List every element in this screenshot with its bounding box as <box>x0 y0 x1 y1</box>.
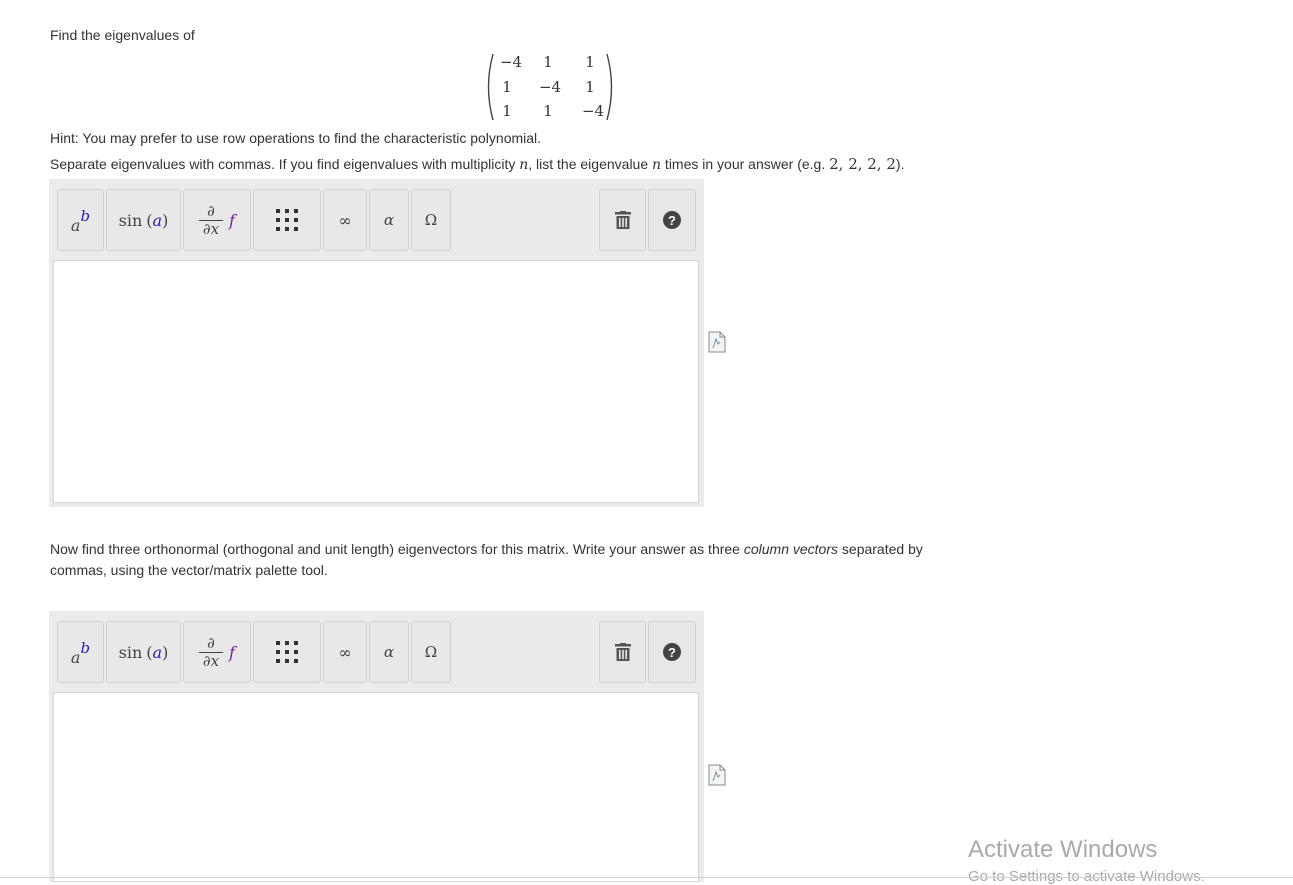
example-values: 2, 2, 2, 2 <box>829 155 896 173</box>
instructions-part: , list the eigenvalue <box>528 156 653 172</box>
trig-label: sin <box>118 210 143 230</box>
eigenvector-answer-widget: ab sin(a) ∂ ∂x f ∞ α Ω ? <box>49 611 704 882</box>
trig-argument: a <box>152 642 163 662</box>
multiplicity-symbol: n <box>652 157 662 173</box>
help-button[interactable]: ? <box>648 621 696 683</box>
eigenvalue-answer-widget: ab sin(a) ∂ ∂x f ∞ α Ω ? <box>49 179 704 507</box>
deriv-numerator: ∂ <box>207 633 215 652</box>
power-palette-button[interactable]: ab <box>57 621 104 683</box>
trig-palette-button[interactable]: sin(a) <box>106 189 181 251</box>
trash-icon <box>614 211 631 229</box>
matrix-grid-icon <box>276 209 298 231</box>
power-base: a <box>70 647 81 667</box>
instructions-text: Separate eigenvalues with commas. If you… <box>50 155 904 173</box>
activate-windows-title: Activate Windows <box>968 836 1158 863</box>
trig-label: sin <box>118 642 143 662</box>
help-icon: ? <box>663 643 681 661</box>
part2-instructions-line2: commas, using the vector/matrix palette … <box>50 562 328 578</box>
calculus-palette-button[interactable]: ∂ ∂x f <box>183 189 251 251</box>
deriv-denominator: ∂x <box>202 219 220 238</box>
instructions-part: times in your answer (e.g. <box>661 156 830 172</box>
preview-document-icon[interactable] <box>708 764 726 786</box>
clear-button[interactable] <box>599 621 646 683</box>
column-vectors-emphasis: column vectors <box>743 541 839 557</box>
eigenvector-answer-input[interactable] <box>53 692 699 882</box>
matrix-cell: −4 <box>499 53 523 71</box>
palette-toolbar: ab sin(a) ∂ ∂x f ∞ α Ω ? <box>49 611 704 691</box>
part2-instructions-line1: Now find three orthonormal (orthogonal a… <box>50 541 923 557</box>
eigenvalue-answer-input[interactable] <box>53 260 699 503</box>
matrix-cell: 1 <box>543 53 553 71</box>
matrix-palette-button[interactable] <box>253 189 321 251</box>
omega-icon: Ω <box>424 643 438 661</box>
calculus-palette-button[interactable]: ∂ ∂x f <box>183 621 251 683</box>
instructions-part: Separate eigenvalues with commas. If you… <box>50 156 520 172</box>
omega-icon: Ω <box>424 211 438 229</box>
power-exponent: b <box>80 639 91 657</box>
matrix-cell: −4 <box>581 102 605 120</box>
deriv-function: f <box>229 642 235 662</box>
alpha-icon: α <box>383 643 395 661</box>
trig-palette-button[interactable]: sin(a) <box>106 621 181 683</box>
part2-text: separated by <box>838 541 923 557</box>
matrix-cell: 1 <box>543 102 553 120</box>
matrix-cell: 1 <box>502 102 512 120</box>
matrix-palette-button[interactable] <box>253 621 321 683</box>
infinity-palette-button[interactable]: ∞ <box>323 621 367 683</box>
matrix-cell: 1 <box>585 78 595 96</box>
infinity-icon: ∞ <box>338 642 352 662</box>
matrix-cell: −4 <box>538 78 562 96</box>
help-icon: ? <box>663 211 681 229</box>
greek-palette-button[interactable]: α <box>369 621 409 683</box>
part2-text: Now find three orthonormal (orthogonal a… <box>50 541 744 557</box>
trash-icon <box>614 643 631 661</box>
power-palette-button[interactable]: ab <box>57 189 104 251</box>
infinity-palette-button[interactable]: ∞ <box>323 189 367 251</box>
matrix-cell: 1 <box>502 78 512 96</box>
preview-document-icon[interactable] <box>708 331 726 353</box>
hint-text: Hint: You may prefer to use row operatio… <box>50 130 542 146</box>
instructions-part: ). <box>895 156 905 172</box>
deriv-function: f <box>229 210 235 230</box>
matrix-grid-icon <box>276 641 298 663</box>
multiplicity-symbol: n <box>519 157 529 173</box>
power-base: a <box>70 215 81 235</box>
power-exponent: b <box>80 207 91 225</box>
symbols-palette-button[interactable]: Ω <box>411 189 451 251</box>
symbols-palette-button[interactable]: Ω <box>411 621 451 683</box>
help-button[interactable]: ? <box>648 189 696 251</box>
matrix-cell: 1 <box>585 53 595 71</box>
trig-argument: a <box>152 210 163 230</box>
palette-toolbar: ab sin(a) ∂ ∂x f ∞ α Ω ? <box>49 179 704 259</box>
deriv-denominator: ∂x <box>202 651 220 670</box>
deriv-numerator: ∂ <box>207 201 215 220</box>
clear-button[interactable] <box>599 189 646 251</box>
coefficient-matrix: −4 1 1 1 −4 1 1 1 −4 <box>483 52 617 122</box>
alpha-icon: α <box>383 211 395 229</box>
question-prompt: Find the eigenvalues of <box>50 27 195 43</box>
infinity-icon: ∞ <box>338 210 352 230</box>
greek-palette-button[interactable]: α <box>369 189 409 251</box>
bottom-divider <box>0 877 1293 878</box>
